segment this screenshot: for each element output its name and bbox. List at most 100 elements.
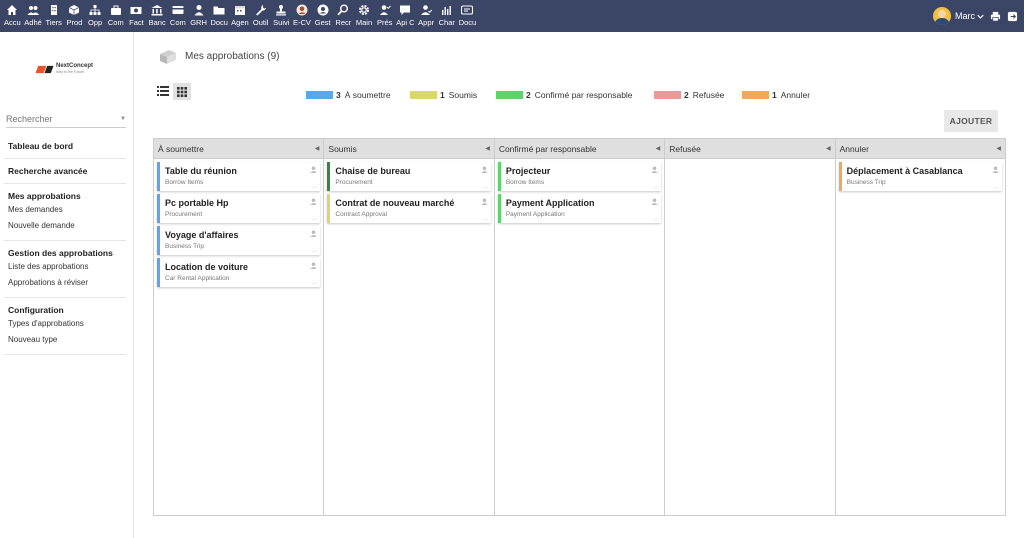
assignee-icon[interactable]: [310, 230, 317, 237]
top-menu-item-14[interactable]: E-CV: [292, 3, 313, 31]
sidebar-search[interactable]: ▼: [6, 110, 126, 128]
top-menu-item-17[interactable]: Main: [354, 3, 375, 31]
assignee-icon[interactable]: [310, 166, 317, 173]
approval-stack-icon: [160, 50, 176, 64]
top-menu-item-3[interactable]: Prod: [64, 3, 85, 31]
card-more-icon[interactable]: ...: [312, 248, 317, 254]
card-more-icon[interactable]: ...: [312, 184, 317, 190]
kanban-view-button[interactable]: [173, 83, 191, 100]
card-type: Business Trip: [165, 243, 205, 250]
sidebar-item[interactable]: Nouvelle demande: [8, 218, 126, 234]
sidebar-item[interactable]: Types d'approbations: [8, 316, 126, 332]
assignee-icon[interactable]: [310, 262, 317, 269]
sidebar-item[interactable]: Liste des approbations: [8, 259, 126, 275]
legend-item[interactable]: 3À soumettre: [306, 90, 391, 100]
folder-icon: [213, 6, 225, 15]
legend-swatch: [410, 91, 437, 99]
legend-item[interactable]: 2 Refusée: [654, 90, 724, 100]
top-menu-item-9[interactable]: GRH: [188, 3, 209, 31]
top-menu-item-10[interactable]: Docu: [209, 3, 230, 31]
assignee-icon[interactable]: [992, 166, 999, 173]
legend-swatch: [742, 91, 769, 99]
card-more-icon[interactable]: ...: [653, 184, 658, 190]
approval-card[interactable]: Chaise de bureau Procurement...: [327, 162, 491, 191]
top-menu-item-2[interactable]: Tiers: [43, 3, 64, 31]
user-area: Marc: [933, 0, 1024, 32]
presence-icon: [379, 5, 391, 15]
approval-card[interactable]: Payment Application Payment Application..…: [497, 194, 662, 223]
top-menu-item-12[interactable]: Outil: [250, 3, 271, 31]
sidebar-section-title[interactable]: Mes approbations: [8, 190, 126, 202]
approval-card[interactable]: Table du réunion Borrow Items...: [157, 162, 321, 191]
print-icon[interactable]: [990, 11, 1001, 22]
top-menu-item-4[interactable]: Opp: [85, 3, 106, 31]
sidebar-section-title[interactable]: Gestion des approbations: [8, 247, 126, 259]
approval-card[interactable]: Déplacement à Casablanca Business Trip...: [838, 162, 1003, 191]
legend-count: 3: [336, 90, 341, 100]
add-button[interactable]: AJOUTER: [944, 110, 998, 132]
collapse-arrow-icon[interactable]: ◀: [315, 145, 320, 152]
top-menu-label: Char: [438, 18, 455, 27]
card-more-icon[interactable]: ...: [483, 216, 488, 222]
user-avatar[interactable]: [933, 7, 951, 25]
top-menu-item-8[interactable]: Com: [168, 3, 189, 31]
assignee-icon[interactable]: [310, 198, 317, 205]
user-name[interactable]: Marc: [955, 11, 975, 21]
sidebar-section-title[interactable]: Tableau de bord: [8, 140, 126, 152]
card-more-icon[interactable]: ...: [312, 280, 317, 286]
sidebar-section-title[interactable]: Recherche avancée: [8, 165, 126, 177]
top-menu-item-20[interactable]: Appr: [416, 3, 437, 31]
approval-card[interactable]: Voyage d'affaires Business Trip...: [157, 226, 321, 255]
collapse-arrow-icon[interactable]: ◀: [656, 145, 661, 152]
approval-card[interactable]: Contrat de nouveau marché Contract Approv…: [327, 194, 491, 223]
card-type: Procurement: [165, 211, 203, 218]
collapse-arrow-icon[interactable]: ◀: [996, 145, 1001, 152]
top-menu-item-19[interactable]: Api C: [395, 3, 416, 31]
search-input[interactable]: [6, 113, 106, 124]
card-type: Borrow Items: [505, 179, 545, 186]
sidebar-item[interactable]: Mes demandes: [8, 202, 126, 218]
top-menu-label: Outil: [252, 18, 269, 27]
assignee-icon[interactable]: [481, 198, 488, 205]
legend-item[interactable]: 1 Annuler: [742, 90, 810, 100]
logout-icon[interactable]: [1007, 11, 1018, 22]
card-more-icon[interactable]: ...: [312, 216, 317, 222]
sidebar-item[interactable]: Nouveau type: [8, 332, 126, 348]
sidebar-section: Configuration Types d'approbations Nouveau…: [4, 298, 126, 355]
card-more-icon[interactable]: ...: [994, 184, 999, 190]
card-more-icon[interactable]: ...: [653, 216, 658, 222]
kanban-board: À soumettre ◀ Table du réunion Borrow Items…: [153, 138, 1006, 516]
dropdown-caret-icon[interactable]: ▼: [120, 116, 126, 122]
top-menu-item-1[interactable]: Adhé: [23, 3, 44, 31]
approval-card[interactable]: Projecteur Borrow Items...: [497, 162, 662, 191]
top-menu-item-6[interactable]: Fact: [126, 3, 147, 31]
list-view-button[interactable]: [155, 83, 171, 99]
top-menu-item-5[interactable]: Com: [105, 3, 126, 31]
collapse-arrow-icon[interactable]: ◀: [826, 145, 831, 152]
sidebar-section-title[interactable]: Configuration: [8, 304, 126, 316]
legend-item[interactable]: 2 Confirmé par responsable: [496, 90, 633, 100]
legend-item[interactable]: 1 Soumis: [410, 90, 477, 100]
top-menu-item-13[interactable]: Suivi: [271, 3, 292, 31]
card-more-icon[interactable]: ...: [483, 184, 488, 190]
card-title: Déplacement à Casablanca: [846, 166, 963, 176]
top-menu-item-22[interactable]: Docu: [457, 3, 478, 31]
column-header: Confirmé par responsable ◀: [494, 139, 665, 159]
approval-card[interactable]: Pc portable Hp Procurement...: [157, 194, 321, 223]
top-menu-item-16[interactable]: Recr: [333, 3, 354, 31]
collapse-arrow-icon[interactable]: ◀: [485, 145, 490, 152]
company-logo[interactable]: NextConcept Step to the Future: [35, 63, 93, 75]
sidebar-item[interactable]: Approbations à réviser: [8, 275, 126, 291]
assignee-icon[interactable]: [651, 198, 658, 205]
top-menu-item-11[interactable]: Agen: [230, 3, 251, 31]
top-menu-label: Banc: [148, 18, 166, 27]
chevron-down-icon[interactable]: [977, 11, 984, 22]
top-menu-item-7[interactable]: Banc: [147, 3, 168, 31]
top-menu-item-18[interactable]: Prés: [374, 3, 395, 31]
assignee-icon[interactable]: [481, 166, 488, 173]
top-menu-item-21[interactable]: Char: [436, 3, 457, 31]
approval-card[interactable]: Location de voiture Car Rental Applicatio…: [157, 258, 321, 287]
top-menu-item-15[interactable]: Gest: [312, 3, 333, 31]
assignee-icon[interactable]: [651, 166, 658, 173]
top-menu-item-0[interactable]: Accu: [2, 3, 23, 31]
